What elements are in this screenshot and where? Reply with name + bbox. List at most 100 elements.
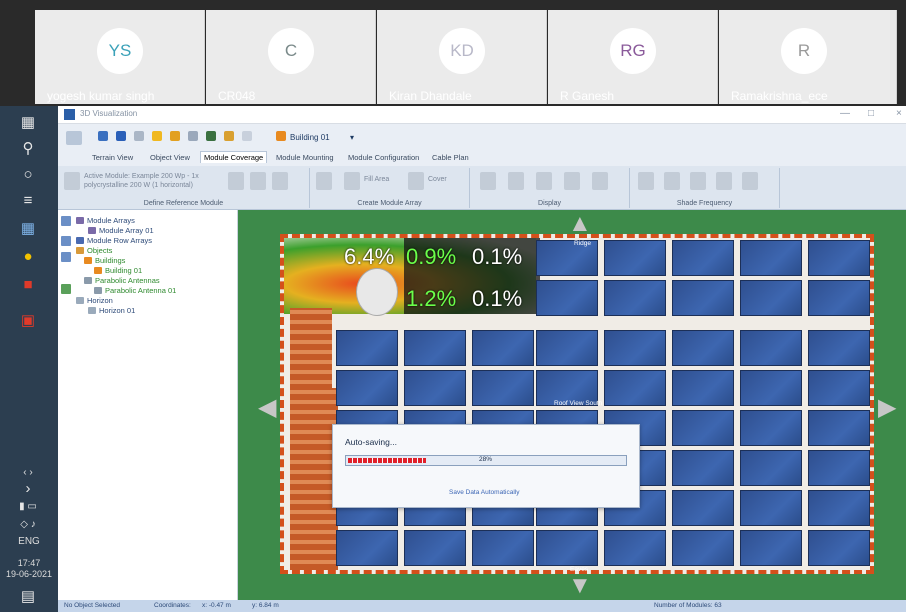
solar-module[interactable]	[472, 330, 534, 366]
pvsol-icon[interactable]: ▣	[14, 310, 42, 332]
tree-tool-icon[interactable]	[61, 284, 71, 294]
app-menu-icon[interactable]	[66, 131, 82, 145]
module-type-icon[interactable]	[228, 172, 244, 190]
participant-tile[interactable]: KD Kiran Dhandale	[377, 10, 547, 104]
tree-node[interactable]: Buildings	[84, 256, 125, 265]
draw-array-icon[interactable]	[316, 172, 332, 190]
solar-module[interactable]	[336, 370, 398, 406]
tree-node[interactable]: Objects	[76, 246, 112, 255]
arrow-up-icon[interactable]: ▲	[568, 212, 592, 236]
language-indicator[interactable]: ENG	[0, 536, 58, 547]
tab-module-coverage[interactable]: Module Coverage	[200, 151, 268, 163]
solar-module[interactable]	[536, 530, 598, 566]
tree-node[interactable]: Horizon	[76, 296, 113, 305]
participant-tile[interactable]: RG R Ganesh	[548, 10, 718, 104]
solar-module[interactable]	[604, 330, 666, 366]
shade-icon-3[interactable]	[690, 172, 706, 190]
antenna-object[interactable]	[356, 268, 398, 316]
shade-icon-4[interactable]	[716, 172, 732, 190]
help-icon[interactable]	[242, 131, 252, 141]
module-tilt-icon[interactable]	[272, 172, 288, 190]
cover-button[interactable]: Cover	[428, 176, 447, 183]
cover-icon[interactable]	[408, 172, 424, 190]
close-icon[interactable]: ×	[896, 108, 902, 119]
tree-tool-icon[interactable]	[61, 216, 71, 226]
solar-module[interactable]	[536, 280, 598, 316]
solar-module[interactable]	[536, 330, 598, 366]
participant-tile[interactable]: R Ramakrishna_ece	[719, 10, 897, 104]
tab-object-view[interactable]: Object View	[150, 153, 190, 162]
module-icon[interactable]	[64, 172, 80, 190]
notification-icon[interactable]: ▤	[14, 586, 42, 608]
shade-icon-1[interactable]	[638, 172, 654, 190]
active-module-line2[interactable]: polycrystalline 200 W (1 horizontal)	[84, 182, 193, 189]
solar-module[interactable]	[472, 530, 534, 566]
display-icon-2[interactable]	[508, 172, 524, 190]
tree-node[interactable]: Parabolic Antennas	[84, 276, 160, 285]
solar-module[interactable]	[740, 450, 802, 486]
calculator-icon[interactable]: ▦	[14, 218, 42, 240]
wifi-volume-icon[interactable]: ◇ ♪	[14, 514, 42, 536]
solar-module[interactable]	[808, 490, 870, 526]
display-icon-4[interactable]	[564, 172, 580, 190]
sun-icon[interactable]	[152, 131, 162, 141]
solar-module[interactable]	[740, 370, 802, 406]
solar-module[interactable]	[672, 530, 734, 566]
settings-icon[interactable]	[134, 131, 144, 141]
arrow-left-icon[interactable]: ◀	[258, 396, 276, 420]
solar-module[interactable]	[808, 530, 870, 566]
tab-cable-plan[interactable]: Cable Plan	[432, 153, 469, 162]
solar-module[interactable]	[740, 330, 802, 366]
cortana-icon[interactable]: ○	[14, 164, 42, 186]
tree-node[interactable]: Parabolic Antenna 01	[94, 286, 176, 295]
solar-module[interactable]	[672, 490, 734, 526]
solar-module[interactable]	[672, 330, 734, 366]
chrome-icon[interactable]: ●	[14, 246, 42, 268]
display-icon-5[interactable]	[592, 172, 608, 190]
save-icon[interactable]	[170, 131, 180, 141]
tab-module-configuration[interactable]: Module Configuration	[348, 153, 419, 162]
solar-module[interactable]	[404, 370, 466, 406]
solar-module[interactable]	[808, 330, 870, 366]
solar-module[interactable]	[808, 240, 870, 276]
tree-node[interactable]: Module Row Arrays	[76, 236, 152, 245]
solar-module[interactable]	[604, 280, 666, 316]
tree-node[interactable]: Building 01	[94, 266, 142, 275]
solar-module[interactable]	[740, 240, 802, 276]
solar-module[interactable]	[740, 490, 802, 526]
fill-area-icon[interactable]	[344, 172, 360, 190]
image-icon[interactable]	[206, 131, 216, 141]
acrobat-icon[interactable]: ■	[14, 274, 42, 296]
solar-module[interactable]	[336, 330, 398, 366]
fill-area-button[interactable]: Fill Area	[364, 176, 389, 183]
solar-module[interactable]	[336, 530, 398, 566]
solar-module[interactable]	[808, 370, 870, 406]
solar-module[interactable]	[672, 240, 734, 276]
display-icon-1[interactable]	[480, 172, 496, 190]
solar-module[interactable]	[740, 280, 802, 316]
shade-icon-2[interactable]	[664, 172, 680, 190]
clock-date[interactable]: 19-06-2021	[0, 569, 58, 579]
solar-module[interactable]	[472, 370, 534, 406]
solar-module[interactable]	[672, 370, 734, 406]
tree-tool-icon[interactable]	[61, 236, 71, 246]
module-orient-icon[interactable]	[250, 172, 266, 190]
solar-module[interactable]	[672, 280, 734, 316]
participant-tile[interactable]: YS yogesh kumar singh	[35, 10, 205, 104]
chevron-down-icon[interactable]: ▾	[350, 133, 354, 142]
clock-time[interactable]: 17:47	[0, 558, 58, 568]
solar-module[interactable]	[604, 530, 666, 566]
minimize-icon[interactable]: —	[840, 108, 850, 119]
arrow-down-icon[interactable]: ▼	[568, 574, 592, 598]
tree-node[interactable]: Horizon 01	[88, 306, 135, 315]
solar-module[interactable]	[404, 530, 466, 566]
roof-surface[interactable]: 6.4% 0.9% 0.1% 1.2% 0.1% Ridge Roof View…	[280, 234, 874, 574]
arrow-right-icon[interactable]: ▶	[878, 396, 896, 420]
search-icon[interactable]: ⚲	[14, 138, 42, 160]
active-module-line1[interactable]: Active Module: Example 200 Wp - 1x	[84, 173, 199, 180]
3d-viewport[interactable]: ▲ ◀ ▶ ▼ 6.4% 0.9% 0.1% 1.2% 0.1% Ridge R…	[238, 210, 906, 600]
start-icon[interactable]: ▦	[14, 112, 42, 134]
building-selector[interactable]: Building 01	[290, 133, 330, 142]
solar-module[interactable]	[672, 450, 734, 486]
info-icon[interactable]	[116, 131, 126, 141]
